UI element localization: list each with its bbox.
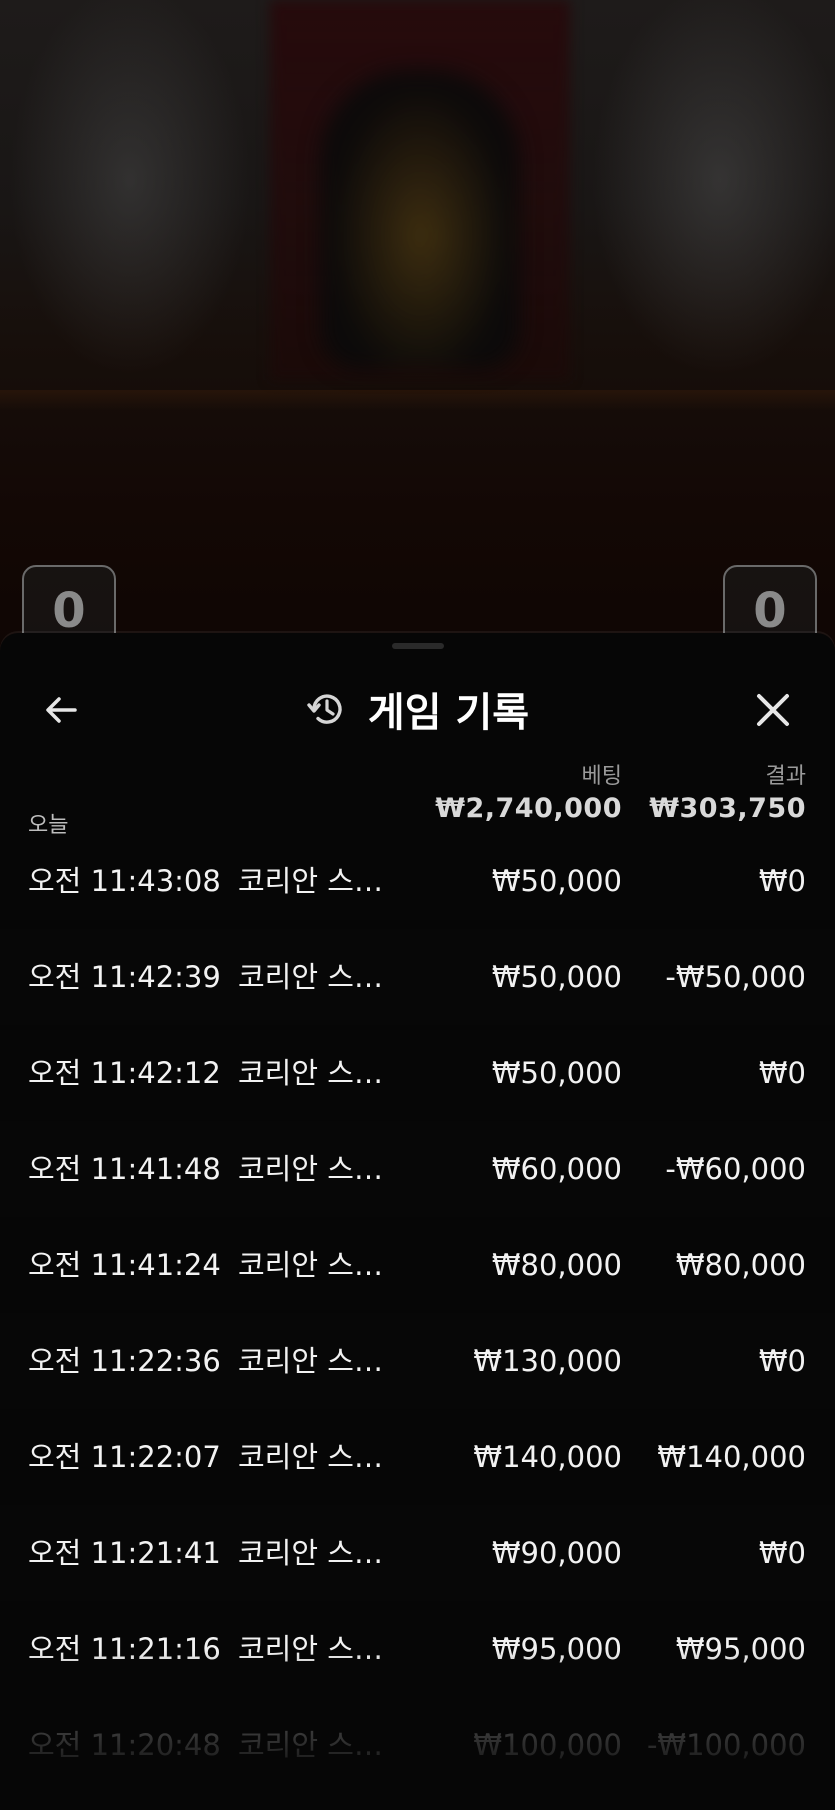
row-bet: ₩130,000 [473, 1344, 622, 1378]
row-bet: ₩140,000 [473, 1440, 622, 1474]
history-row[interactable]: 오전 11:21:16 코리안 스피... ₩95,000 ₩95,000 [0, 1601, 835, 1697]
live-video-background [0, 0, 835, 680]
row-game: 코리안 스피... [238, 1728, 408, 1762]
row-game: 코리안 스피... [238, 1152, 408, 1186]
row-game: 코리안 스피... [238, 1440, 408, 1474]
video-table-edge [0, 390, 835, 410]
column-header-bet: 베팅 [581, 764, 622, 789]
history-row[interactable]: 오전 11:20:48 코리안 스피... ₩100,000 -₩100,000 [0, 1697, 835, 1793]
row-result: -₩50,000 [665, 960, 806, 994]
row-time: 오전 11:42:39 [28, 960, 221, 994]
row-game: 코리안 스피... [238, 1536, 408, 1570]
row-bet: ₩50,000 [491, 1056, 622, 1090]
row-result: ₩80,000 [675, 1248, 806, 1282]
row-result: ₩0 [758, 1536, 806, 1570]
row-result: ₩0 [758, 1344, 806, 1378]
row-bet: ₩50,000 [491, 864, 622, 898]
row-bet: ₩50,000 [491, 960, 622, 994]
sheet-header: 게임 기록 [0, 673, 835, 745]
screen: 0 0 게임 기록 베팅 결과 오늘 ₩2,740,000 ₩303,750 오… [0, 0, 835, 1810]
row-bet: ₩90,000 [491, 1536, 622, 1570]
row-game: 코리안 스피... [238, 960, 408, 994]
row-bet: ₩95,000 [491, 1632, 622, 1666]
row-time: 오전 11:42:12 [28, 1056, 221, 1090]
row-game: 코리안 스피... [238, 1248, 408, 1282]
row-time: 오전 11:20:48 [28, 1728, 221, 1762]
row-result: ₩95,000 [675, 1632, 806, 1666]
history-list[interactable]: 오전 11:43:08 코리안 스피... ₩50,000 ₩0 오전 11:4… [0, 833, 835, 1793]
row-time: 오전 11:21:41 [28, 1536, 221, 1570]
row-bet: ₩80,000 [491, 1248, 622, 1282]
game-history-sheet: 게임 기록 베팅 결과 오늘 ₩2,740,000 ₩303,750 오전 11… [0, 633, 835, 1810]
video-dealer [320, 70, 520, 370]
score-left-value: 0 [52, 583, 86, 639]
history-row[interactable]: 오전 11:42:39 코리안 스피... ₩50,000 -₩50,000 [0, 929, 835, 1025]
sheet-title: 게임 기록 [367, 690, 530, 736]
row-result: -₩100,000 [646, 1728, 806, 1762]
row-result: ₩0 [758, 1056, 806, 1090]
row-game: 코리안 스피... [238, 1632, 408, 1666]
history-row[interactable]: 오전 11:22:36 코리안 스피... ₩130,000 ₩0 [0, 1313, 835, 1409]
row-time: 오전 11:22:07 [28, 1440, 221, 1474]
row-time: 오전 11:43:08 [28, 864, 221, 898]
row-result: ₩140,000 [657, 1440, 806, 1474]
row-game: 코리안 스피... [238, 864, 408, 898]
history-row[interactable]: 오전 11:22:07 코리안 스피... ₩140,000 ₩140,000 [0, 1409, 835, 1505]
score-right-value: 0 [753, 583, 787, 639]
column-header-result: 결과 [765, 764, 806, 789]
history-row[interactable]: 오전 11:42:12 코리안 스피... ₩50,000 ₩0 [0, 1025, 835, 1121]
history-row[interactable]: 오전 11:41:48 코리안 스피... ₩60,000 -₩60,000 [0, 1121, 835, 1217]
total-bet-value: ₩2,740,000 [435, 793, 622, 824]
history-row[interactable]: 오전 11:43:08 코리안 스피... ₩50,000 ₩0 [0, 833, 835, 929]
totals-row: 오늘 ₩2,740,000 ₩303,750 [0, 793, 835, 838]
history-row[interactable]: 오전 11:41:24 코리안 스피... ₩80,000 ₩80,000 [0, 1217, 835, 1313]
history-icon [307, 694, 342, 724]
row-time: 오전 11:41:24 [28, 1248, 221, 1282]
total-result-value: ₩303,750 [649, 793, 806, 824]
sheet-grabber[interactable] [392, 643, 444, 649]
row-result: -₩60,000 [665, 1152, 806, 1186]
row-bet: ₩100,000 [473, 1728, 622, 1762]
row-time: 오전 11:22:36 [28, 1344, 221, 1378]
history-row[interactable]: 오전 11:21:41 코리안 스피... ₩90,000 ₩0 [0, 1505, 835, 1601]
row-game: 코리안 스피... [238, 1056, 408, 1090]
row-bet: ₩60,000 [491, 1152, 622, 1186]
close-button[interactable] [748, 685, 798, 735]
row-time: 오전 11:21:16 [28, 1632, 221, 1666]
row-game: 코리안 스피... [238, 1344, 408, 1378]
row-time: 오전 11:41:48 [28, 1152, 221, 1186]
close-icon [757, 694, 789, 726]
sheet-title-group: 게임 기록 [0, 673, 835, 745]
row-result: ₩0 [758, 864, 806, 898]
